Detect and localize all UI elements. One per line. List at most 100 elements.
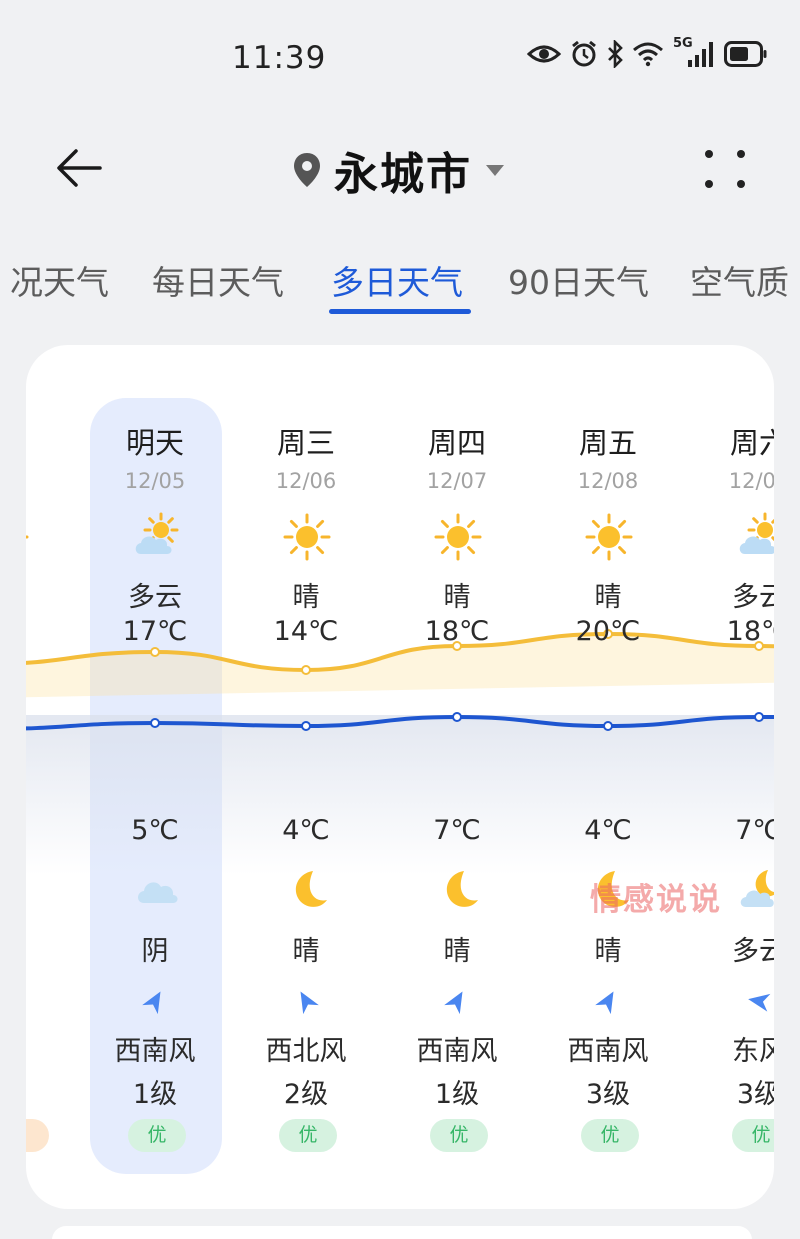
day-label: 周六 (729, 426, 774, 460)
chevron-down-icon (486, 165, 504, 176)
wifi-icon (633, 42, 663, 67)
day-high-temp: 17℃ (122, 616, 188, 647)
forecast-day-column[interactable]: 周六12/09多云18℃7℃多云东风3级优 (684, 345, 774, 1209)
night-condition: 阴 (141, 936, 169, 967)
wind-direction: 西南风 (567, 1036, 649, 1067)
location-pin-icon (294, 153, 320, 187)
bluetooth-icon (608, 40, 623, 68)
wind-level: 3级 (585, 1079, 631, 1110)
night-low-temp: 4℃ (584, 815, 632, 846)
more-button[interactable] (700, 144, 750, 194)
tab-air-quality[interactable]: 空气质 (690, 256, 789, 304)
aqi-badge: 优 (581, 1119, 639, 1152)
sun-icon (584, 512, 634, 562)
date-label: 12/06 (275, 469, 337, 493)
sun-icon (433, 512, 483, 562)
alarm-icon (572, 40, 596, 67)
day-high-temp: 18℃ (726, 616, 774, 647)
day-label: 周三 (276, 426, 335, 460)
date-label: 12/07 (426, 469, 488, 493)
aqi-badge (26, 1119, 49, 1152)
aqi-badge: 优 (128, 1119, 186, 1152)
night-icon (26, 867, 29, 913)
wind-direction: 东风 (732, 1036, 774, 1067)
night-condition: 多云 (732, 936, 774, 967)
day-condition: 晴 (443, 582, 471, 613)
moon-icon (436, 867, 482, 913)
tab-90-day-weather[interactable]: 90日天气 (508, 256, 649, 304)
next-card-peek (52, 1226, 752, 1239)
day-condition: 多云 (732, 582, 774, 613)
forecast-day-column[interactable]: 天 4 C 风 (26, 345, 79, 1209)
aqi-badge: 优 (279, 1119, 337, 1152)
moon-cloud-icon (738, 867, 774, 913)
city-name: 永城市 (334, 149, 472, 200)
status-time: 11:39 (232, 40, 327, 76)
wind-direction: 风 (26, 1029, 79, 1068)
wind-level: 3级 (736, 1079, 774, 1110)
date-label: 12/08 (577, 469, 639, 493)
tab-daily-weather[interactable]: 每日天气 (152, 256, 284, 304)
forecast-tabs: 况天气 每日天气 多日天气 90日天气 空气质 (0, 250, 800, 320)
date-label: 12/05 (124, 469, 186, 493)
aqi-badge: 优 (732, 1119, 774, 1152)
back-button[interactable] (50, 140, 110, 196)
signal-indicator: 5G (673, 36, 715, 68)
forecast-day-column[interactable]: 周三 12/06 晴 14℃ 4℃ 晴西北风 2级优 (231, 345, 381, 1209)
night-low-temp: 5℃ (131, 815, 179, 846)
wind-direction-icon (142, 989, 167, 1015)
wind-level: 1级 (132, 1079, 178, 1110)
eye-icon (527, 45, 561, 63)
watermark: 情感说说 (590, 882, 722, 918)
day-label: 明天 (125, 426, 184, 460)
day-high-temp: C (26, 616, 79, 647)
day-label: 天 (26, 420, 79, 462)
day-condition: 晴 (594, 582, 622, 613)
city-selector[interactable]: 永城市 (292, 138, 506, 202)
forecast-day-column[interactable]: 明天 12/05 多云 17℃ 5℃ 阴西南风 1级优 (80, 345, 230, 1209)
day-label: 周四 (427, 426, 486, 460)
day-condition: 晴 (292, 582, 320, 613)
battery-icon (724, 41, 767, 67)
day-condition: 多云 (128, 582, 182, 613)
date-label: 12/09 (728, 469, 774, 493)
forecast-day-column[interactable]: 周四 12/07 晴 18℃ 7℃ 晴西南风 1级优 (382, 345, 532, 1209)
night-condition: 晴 (443, 936, 471, 967)
wind-direction-icon (595, 989, 620, 1015)
arrow-left-icon (57, 149, 102, 187)
partly-cloudy-icon (735, 512, 774, 562)
night-low-temp: 4℃ (282, 815, 330, 846)
forecast-day-column[interactable]: 周五 12/08 晴 20℃ 4℃ 晴西南风 3级优 (533, 345, 683, 1209)
date-label: 4 (26, 469, 79, 493)
aqi-badge: 优 (430, 1119, 488, 1152)
night-condition: 晴 (594, 936, 622, 967)
sun-icon (26, 512, 30, 562)
wind-direction-icon (747, 989, 771, 1013)
day-label: 周五 (578, 426, 637, 460)
wind-level: 1级 (434, 1079, 480, 1110)
more-dots-icon (705, 150, 745, 188)
app-header: 永城市 (0, 128, 800, 208)
moon-icon (285, 867, 331, 913)
night-low-temp: 7℃ (735, 815, 774, 846)
sun-icon (282, 512, 332, 562)
status-bar: 11:39 5G (0, 0, 800, 120)
status-icons: 5G (527, 36, 768, 68)
wind-direction: 西南风 (114, 1036, 196, 1067)
active-tab-indicator (329, 309, 471, 314)
partly-cloudy-icon (131, 512, 181, 562)
wind-level: 2级 (283, 1079, 329, 1110)
day-high-temp: 18℃ (424, 616, 490, 647)
wind-direction: 西北风 (265, 1036, 347, 1067)
forecast-card: 天4C风明天12/05多云17℃5℃阴西南风1级优周三12/06晴14℃4℃晴西… (26, 345, 774, 1209)
tab-current-weather[interactable]: 况天气 (10, 256, 109, 304)
night-condition: 晴 (292, 936, 320, 967)
night-low-temp: 7℃ (433, 815, 481, 846)
signal-bars-icon (688, 42, 713, 67)
tab-multi-day-weather[interactable]: 多日天气 (331, 256, 463, 304)
cloud-icon (134, 867, 180, 913)
wind-direction-icon (444, 989, 469, 1015)
day-high-temp: 14℃ (273, 616, 339, 647)
wind-direction-icon (294, 989, 319, 1015)
day-high-temp: 20℃ (575, 616, 641, 647)
